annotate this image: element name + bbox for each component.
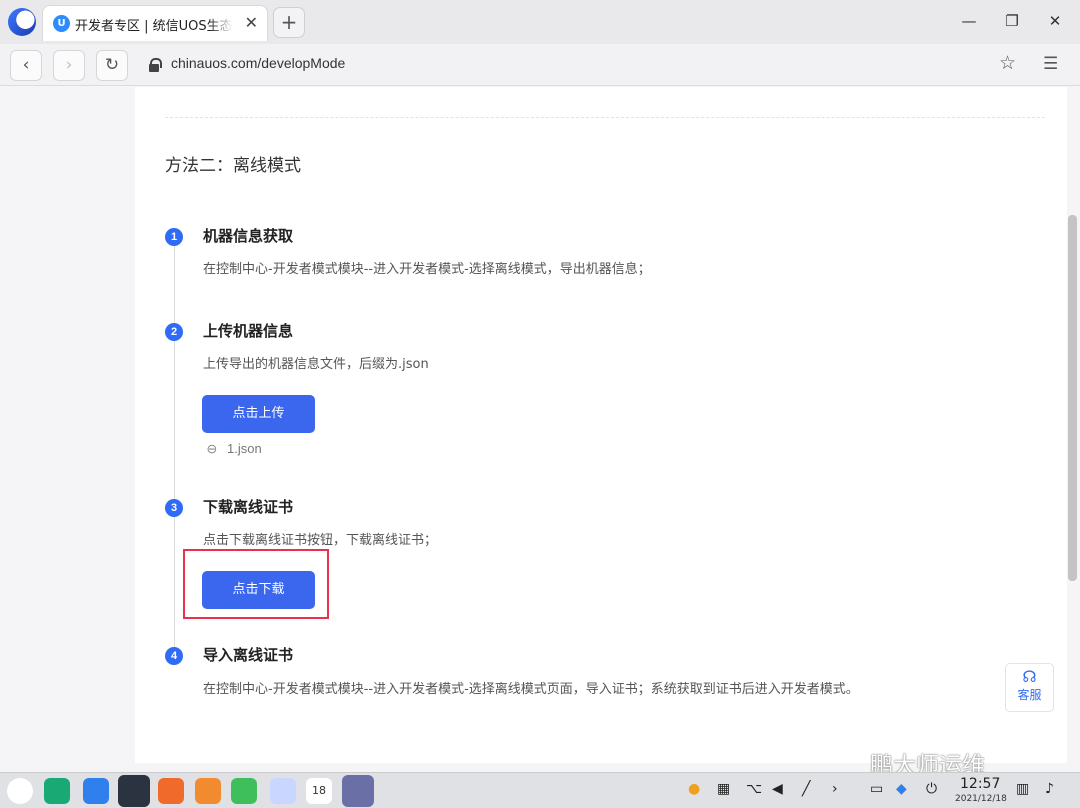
timeline-line — [174, 237, 175, 657]
step-desc-3: 点击下载离线证书按钮，下载离线证书； — [203, 533, 438, 548]
step-number-1: 1 — [165, 228, 183, 246]
uploaded-file-link[interactable]: 1.json — [227, 441, 262, 456]
address-bar[interactable]: chinauos.com/developMode — [140, 50, 1028, 81]
app-store-icon[interactable] — [158, 778, 184, 804]
step-number-3: 3 — [165, 499, 183, 517]
tab-title: 开发者专区 | 统信UOS生态社区 — [75, 19, 233, 34]
step-title-3: 下载离线证书 — [203, 498, 294, 516]
divider — [165, 117, 1045, 118]
maximize-icon[interactable]: ❐ — [1001, 10, 1023, 32]
browser-app-icon[interactable] — [118, 775, 150, 807]
upload-button[interactable]: 点击上传 — [202, 395, 315, 433]
step-number-2: 2 — [165, 323, 183, 341]
launcher-icon[interactable] — [7, 778, 33, 804]
taskbar: 18 ● ▦ ⌥ ◀ ╱ › ▭ ◆ ⏻ 12:57 2021/12/18 ▥ … — [0, 772, 1080, 808]
forward-icon[interactable]: › — [53, 50, 85, 81]
page-viewport: 方法二：离线模式 1 机器信息获取 在控制中心-开发者模式模块--进入开发者模式… — [0, 87, 1080, 763]
clock-date[interactable]: 2021/12/18 — [955, 794, 1007, 804]
volume-icon[interactable]: ◀ — [772, 781, 783, 797]
expand-tray-icon[interactable]: › — [832, 781, 838, 797]
uos-id-icon[interactable]: ● — [688, 781, 700, 797]
usb-icon[interactable]: ⌥ — [746, 781, 762, 797]
browser-logo-icon[interactable] — [8, 8, 36, 36]
step-title-2: 上传机器信息 — [203, 322, 294, 340]
notes-icon[interactable]: ▭ — [870, 781, 883, 797]
keyboard-icon[interactable]: ▦ — [717, 781, 730, 797]
url-text[interactable]: chinauos.com/developMode — [171, 55, 345, 71]
power-icon[interactable]: ⏻ — [926, 781, 937, 797]
support-label: 客服 — [1017, 688, 1042, 702]
reload-icon[interactable]: ↻ — [96, 50, 128, 81]
close-window-icon[interactable]: ✕ — [1044, 10, 1066, 32]
download-button[interactable]: 点击下载 — [202, 571, 315, 609]
settings-icon[interactable] — [342, 775, 374, 807]
content-card: 方法二：离线模式 1 机器信息获取 在控制中心-开发者模式模块--进入开发者模式… — [135, 87, 1067, 763]
image-viewer-icon[interactable] — [195, 778, 221, 804]
page-scrollbar[interactable] — [1068, 215, 1077, 581]
step-number-4: 4 — [165, 647, 183, 665]
star-icon[interactable]: ☆ — [999, 52, 1016, 74]
file-manager-icon[interactable] — [83, 778, 109, 804]
step-title-4: 导入离线证书 — [203, 646, 294, 664]
step-desc-4: 在控制中心-开发者模式模块--进入开发者模式-选择离线模式页面，导入证书；系统获… — [203, 682, 859, 697]
document-viewer-icon[interactable] — [270, 778, 296, 804]
menu-icon[interactable]: ☰ — [1043, 54, 1058, 74]
desktop-icon[interactable] — [44, 778, 70, 804]
customer-service-button[interactable]: ☊ 客服 — [1005, 663, 1054, 712]
lock-icon — [149, 58, 162, 72]
trash-icon[interactable]: ◆ — [896, 781, 907, 797]
recycle-bin-icon[interactable]: ▥ — [1016, 781, 1029, 797]
step-desc-2: 上传导出的机器信息文件，后缀为.json — [203, 357, 429, 372]
browser-tab[interactable]: U 开发者专区 | 统信UOS生态社区 ✕ — [42, 5, 268, 41]
new-tab-button[interactable]: + — [273, 7, 305, 38]
minimize-icon[interactable]: — — [958, 10, 980, 32]
step-title-1: 机器信息获取 — [203, 227, 294, 245]
network-icon[interactable]: ╱ — [802, 781, 810, 797]
headset-icon: ☊ — [1022, 667, 1037, 686]
back-icon[interactable]: ‹ — [10, 50, 42, 81]
tab-favicon-icon: U — [53, 15, 70, 32]
tab-close-icon[interactable]: ✕ — [245, 13, 258, 32]
paperclip-icon: ⊘ — [202, 440, 221, 459]
browser-toolbar: ‹ › ↻ chinauos.com/developMode — [0, 44, 1080, 86]
step-desc-1: 在控制中心-开发者模式模块--进入开发者模式-选择离线模式，导出机器信息； — [203, 262, 651, 277]
clock-time[interactable]: 12:57 — [960, 776, 1000, 792]
music-icon[interactable] — [231, 778, 257, 804]
tab-bar: U 开发者专区 | 统信UOS生态社区 ✕ + — ❐ ✕ — [0, 0, 1080, 44]
calendar-icon[interactable]: 18 — [306, 778, 332, 804]
section-title: 方法二：离线模式 — [165, 156, 301, 176]
notification-bell-icon[interactable]: ♪ — [1045, 781, 1054, 797]
